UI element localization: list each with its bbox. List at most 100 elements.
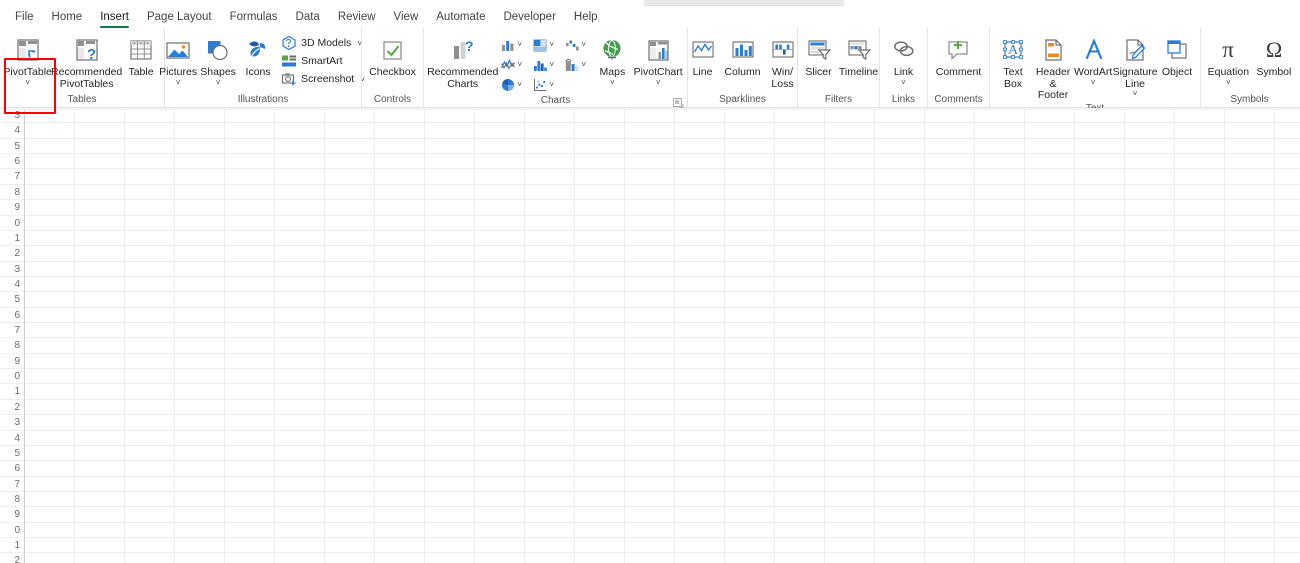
grid-cell[interactable] [725,415,775,430]
grid-cell[interactable] [525,369,575,384]
row-header[interactable]: 6 [0,308,24,324]
grid-cell[interactable] [1075,154,1125,169]
grid-cell[interactable] [75,491,125,507]
grid-cell[interactable] [475,307,525,323]
grid-cell[interactable] [525,476,575,491]
grid-cell[interactable] [1225,430,1275,445]
grid-cell[interactable] [775,353,825,369]
grid-cell[interactable] [525,108,575,123]
grid-cell[interactable] [1025,522,1075,538]
row-header[interactable]: 0 [0,369,24,385]
grid-cell[interactable] [725,169,775,184]
grid-cell[interactable] [775,169,825,184]
grid-cell[interactable] [275,200,325,215]
grid-cell[interactable] [1275,123,1300,137]
grid-cell[interactable] [875,522,925,538]
grid-cell[interactable] [25,369,75,384]
grid-cell[interactable] [475,200,525,215]
row-header[interactable]: 7 [0,169,24,185]
symbol-button[interactable]: Ω Symbol [1253,32,1295,79]
grid-cell[interactable] [1175,338,1225,353]
grid-cell[interactable] [825,307,875,323]
grid-cell[interactable] [125,384,175,399]
grid-cell[interactable] [125,553,175,563]
grid-cell[interactable] [175,461,225,476]
grid-cell[interactable] [1075,184,1125,200]
grid-cell[interactable] [225,307,275,323]
grid-cell[interactable] [875,384,925,399]
grid-cell[interactable] [375,415,425,430]
grid-cell[interactable] [625,123,675,138]
grid-cell[interactable] [525,399,575,415]
grid-cell[interactable] [425,353,475,369]
grid-cell[interactable] [1275,323,1300,337]
tab-page-layout[interactable]: Page Layout [138,8,221,27]
grid-cell[interactable] [725,461,775,476]
grid-cell[interactable] [75,138,125,154]
grid-cell[interactable] [1025,369,1075,384]
grid-cell[interactable] [325,415,375,430]
grid-cell[interactable] [225,430,275,445]
grid-cell[interactable] [375,307,425,323]
grid-cell[interactable] [125,323,175,338]
grid-cell[interactable] [25,430,75,445]
grid-cell[interactable] [1125,384,1175,399]
grid-cell[interactable] [575,108,625,123]
row-header[interactable]: 7 [0,477,24,492]
grid-cell[interactable] [125,108,175,123]
grid-cell[interactable] [75,353,125,369]
grid-cell[interactable] [75,461,125,476]
grid-cell[interactable] [1225,338,1275,353]
grid-cell[interactable] [1025,323,1075,338]
grid-cell[interactable] [875,184,925,200]
grid-cell[interactable] [475,108,525,123]
grid-cell[interactable] [725,276,775,292]
chevron-down-icon[interactable]: ˅ [176,78,181,86]
grid-cell[interactable] [725,215,775,230]
chevron-down-icon[interactable]: ˅ [549,80,554,89]
grid-cell[interactable] [875,215,925,230]
grid-cell[interactable] [525,338,575,353]
grid-cell[interactable] [525,246,575,261]
grid-cell[interactable] [925,553,975,563]
grid-cell[interactable] [1125,369,1175,384]
grid-cell[interactable] [1025,338,1075,353]
grid-cell[interactable] [875,553,925,563]
grid-cell[interactable] [1175,246,1225,261]
grid-cell[interactable] [125,476,175,491]
row-header-column[interactable]: 3456789012345678901234567890123456789012… [0,108,25,563]
grid-cell[interactable] [75,169,125,184]
worksheet-grid-area[interactable]: 3456789012345678901234567890123456789012… [0,108,1300,563]
grid-cell[interactable] [325,538,375,553]
grid-cell[interactable] [325,507,375,522]
grid-cell[interactable] [925,184,975,200]
grid-cell[interactable] [175,215,225,230]
grid-cell[interactable] [275,261,325,276]
grid-cell[interactable] [1075,230,1125,246]
grid-cell[interactable] [525,292,575,307]
grid-cell[interactable] [125,154,175,169]
grid-cell[interactable] [875,292,925,307]
grid-cell[interactable] [675,553,725,563]
grid-cell[interactable] [275,246,325,261]
grid-cell[interactable] [825,123,875,138]
object-button[interactable]: Object [1157,32,1197,79]
insert-combo-chart-button[interactable]: ˅ [562,55,592,74]
grid-cell[interactable] [475,123,525,138]
grid-cell[interactable] [875,353,925,369]
grid-cell[interactable] [625,307,675,323]
grid-cell[interactable] [975,138,1025,154]
grid-cell[interactable] [975,169,1025,184]
grid-cell[interactable] [625,369,675,384]
grid-cell[interactable] [625,184,675,200]
grid-cell[interactable] [575,123,625,138]
grid-cell[interactable] [325,384,375,399]
chevron-down-icon[interactable]: ˅ [549,40,554,49]
grid-cell[interactable] [75,323,125,338]
grid-cell[interactable] [775,123,825,138]
grid-cell[interactable] [275,522,325,538]
grid-cell[interactable] [825,491,875,507]
grid-cell[interactable] [575,399,625,415]
grid-cell[interactable] [1275,277,1300,291]
grid-cell[interactable] [675,154,725,169]
